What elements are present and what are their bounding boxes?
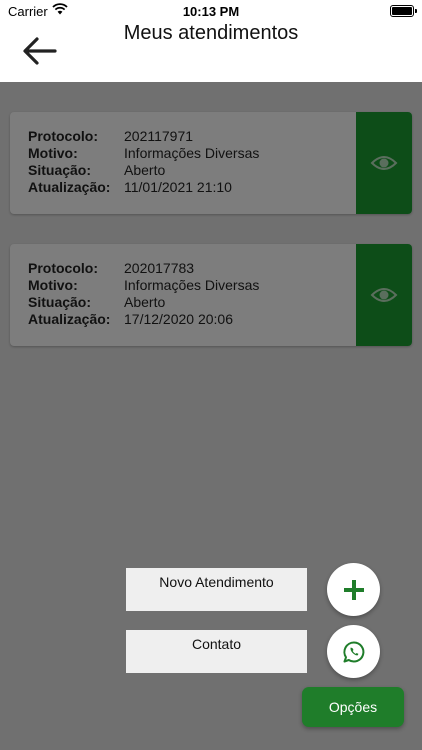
navigation-bar: Meus atendimentos	[0, 22, 422, 82]
status-value: Aberto	[124, 162, 166, 178]
updated-value: 11/01/2021 21:10	[124, 179, 232, 195]
status-bar: Carrier 10:13 PM	[0, 0, 422, 22]
battery-icon	[390, 5, 417, 17]
reason-value: Informações Diversas	[124, 145, 260, 161]
options-button[interactable]: Opções	[302, 687, 404, 727]
status-label: Situação:	[28, 162, 92, 178]
ticket-card: Protocolo: 202117971 Motivo: Informações D…	[10, 112, 412, 214]
ticket-card: Protocolo: 202017783 Motivo: Informações D…	[10, 244, 412, 346]
updated-label: Atualização:	[28, 311, 111, 327]
reason-label: Motivo:	[28, 145, 78, 161]
status-label: Situação:	[28, 294, 92, 310]
clock: 10:13 PM	[182, 4, 240, 19]
reason-value: Informações Diversas	[124, 277, 260, 293]
new-ticket-label[interactable]: Novo Atendimento	[126, 568, 307, 611]
view-ticket-button[interactable]	[356, 112, 412, 214]
updated-value: 17/12/2020 20:06	[124, 311, 233, 327]
eye-icon	[370, 156, 398, 170]
protocol-label: Protocolo:	[28, 260, 98, 276]
view-ticket-button[interactable]	[356, 244, 412, 346]
protocol-value: 202017783	[124, 260, 195, 276]
new-ticket-button[interactable]	[327, 563, 380, 616]
plus-icon	[343, 579, 364, 600]
page-title: Meus atendimentos	[123, 22, 299, 44]
reason-label: Motivo:	[28, 277, 78, 293]
updated-label: Atualização:	[28, 179, 111, 195]
contact-button[interactable]	[327, 625, 380, 678]
whatsapp-icon	[342, 640, 364, 662]
protocol-label: Protocolo:	[28, 128, 98, 144]
status-value: Aberto	[124, 294, 166, 310]
eye-icon	[370, 288, 398, 302]
contact-label[interactable]: Contato	[126, 630, 307, 673]
protocol-value: 202117971	[124, 128, 194, 144]
